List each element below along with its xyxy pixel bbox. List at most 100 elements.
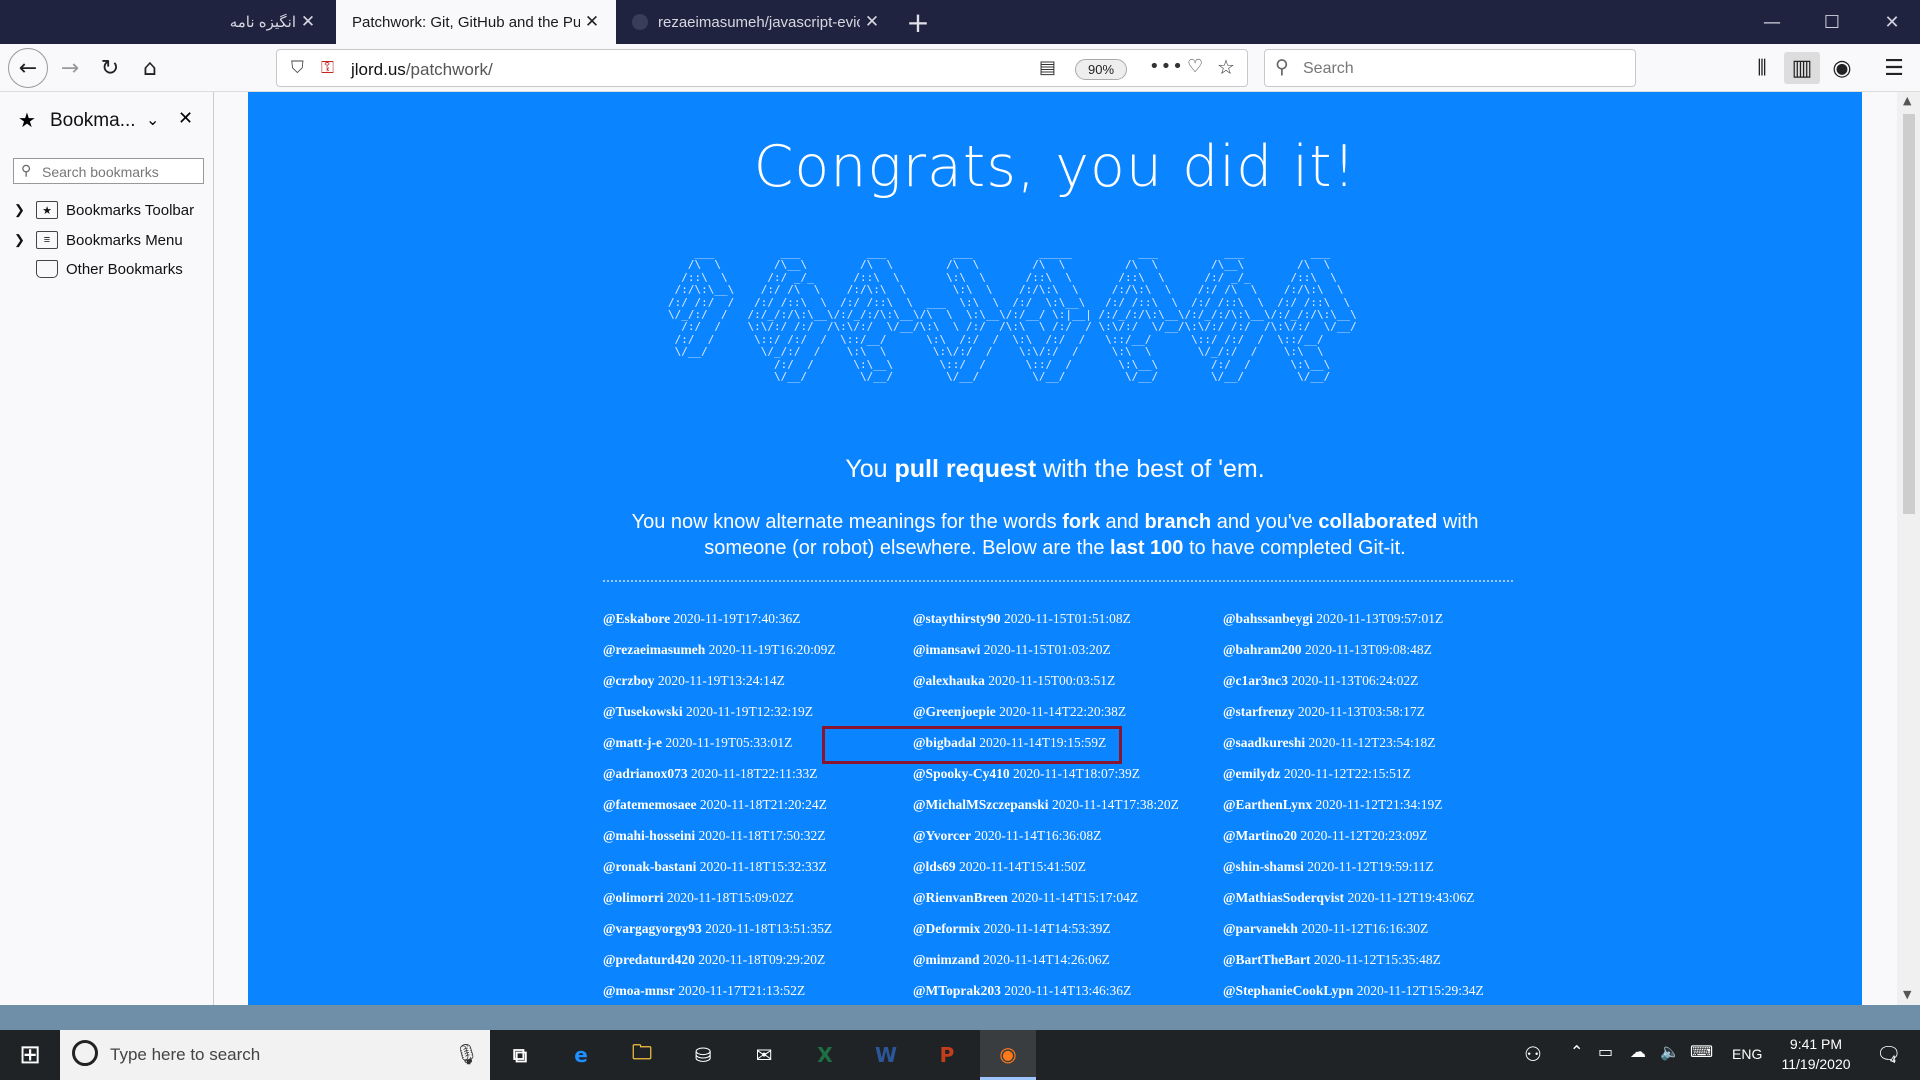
other-bookmarks-item[interactable]: Other Bookmarks	[14, 256, 183, 282]
pocket-icon[interactable]: ♡	[1187, 56, 1203, 77]
username-link[interactable]: @matt-j-e	[603, 735, 662, 750]
page-scrollbar[interactable]: ▲ ▼	[1897, 92, 1920, 1005]
username-link[interactable]: @mahi-hosseini	[603, 828, 695, 843]
file-explorer-icon[interactable]: 🗀	[614, 1030, 670, 1080]
username-link[interactable]: @Tusekowski	[603, 704, 683, 719]
page-actions-icon[interactable]: •••	[1149, 56, 1184, 77]
reload-button[interactable]: ↻	[92, 52, 128, 84]
search-bookmarks-input[interactable]: ⚲ Search bookmarks	[13, 158, 204, 184]
reader-view-icon[interactable]: ▤	[1039, 57, 1056, 78]
username-link[interactable]: @crzboy	[603, 673, 655, 688]
username-link[interactable]: @Yvorcer	[913, 828, 971, 843]
microphone-icon[interactable]: 🎙	[454, 1042, 479, 1066]
username-link[interactable]: @c1ar3nc3	[1223, 673, 1288, 688]
username-link[interactable]: @MToprak203	[913, 983, 1001, 998]
store-icon[interactable]: ⛁	[675, 1030, 731, 1080]
people-icon[interactable]: ⚇	[1524, 1042, 1542, 1066]
username-link[interactable]: @fatememosaee	[603, 797, 697, 812]
username-link[interactable]: @vargagyorgy93	[603, 921, 702, 936]
username-link[interactable]: @Greenjoepie	[913, 704, 996, 719]
notifications-icon[interactable]: 🗨	[1876, 1042, 1901, 1066]
username-link[interactable]: @olimorri	[603, 890, 664, 905]
username-link[interactable]: @Deformix	[913, 921, 980, 936]
chevron-down-icon[interactable]: ⌄	[146, 110, 159, 129]
show-hidden-icons-icon[interactable]: ⌃	[1570, 1042, 1583, 1061]
username-link[interactable]: @saadkureshi	[1223, 735, 1305, 750]
zoom-indicator[interactable]: 90%	[1075, 59, 1127, 80]
menu-icon[interactable]: ☰	[1876, 52, 1912, 84]
excel-icon[interactable]: X	[797, 1030, 853, 1080]
edge-icon[interactable]: e	[553, 1030, 609, 1080]
username-link[interactable]: @shin-shamsi	[1223, 859, 1304, 874]
firefox-icon[interactable]: ◉	[980, 1030, 1036, 1080]
windows-start-button[interactable]: ⊞	[0, 1030, 60, 1080]
minimize-button[interactable]: —	[1742, 0, 1802, 44]
shield-icon[interactable]: ⛉	[291, 58, 304, 78]
username-link[interactable]: @staythirsty90	[913, 611, 1001, 626]
sidebar-title[interactable]: Bookma...	[50, 110, 136, 132]
username-link[interactable]: @parvanekh	[1223, 921, 1298, 936]
back-button[interactable]: ←	[8, 48, 48, 88]
taskbar-search-box[interactable]: Type here to search 🎙	[60, 1030, 490, 1080]
keyboard-icon[interactable]: ⌨	[1690, 1042, 1713, 1061]
word-icon[interactable]: W	[858, 1030, 914, 1080]
mail-icon[interactable]: ✉	[736, 1030, 792, 1080]
bookmark-star-icon[interactable]: ☆	[1217, 55, 1235, 79]
username-link[interactable]: @ronak-bastani	[603, 859, 696, 874]
address-bar[interactable]: ⛉ ⚿ jlord.us/patchwork/ ▤ 90% ••• ♡ ☆	[276, 49, 1248, 87]
tab-github-repo[interactable]: rezaeimasumeh/javascript-evic ✕	[616, 0, 896, 44]
username-link[interactable]: @emilydz	[1223, 766, 1281, 781]
search-box[interactable]: ⚲ Search	[1264, 49, 1636, 87]
expand-icon[interactable]: ❯	[14, 232, 28, 248]
username-link[interactable]: @BartTheBart	[1223, 952, 1311, 967]
username-link[interactable]: @moa-mnsr	[603, 983, 675, 998]
insecure-lock-icon[interactable]: ⚿	[321, 58, 334, 78]
sidebar-toggle-icon[interactable]: ▥	[1784, 52, 1820, 84]
username-link[interactable]: @bahssanbeygi	[1223, 611, 1313, 626]
clock[interactable]: 9:41 PM 11/19/2020	[1756, 1034, 1876, 1074]
bookmarks-toolbar-item[interactable]: ❯ ★ Bookmarks Toolbar	[14, 197, 194, 223]
new-tab-button[interactable]: +	[900, 0, 936, 44]
powerpoint-icon[interactable]: P	[919, 1030, 975, 1080]
username-link[interactable]: @predaturd420	[603, 952, 695, 967]
task-view-icon[interactable]: ⧉	[492, 1030, 548, 1080]
username-link[interactable]: @MathiasSoderqvist	[1223, 890, 1344, 905]
volume-icon[interactable]: 🔈	[1660, 1042, 1680, 1061]
completion-entry: @mahi-hosseini 2020-11-18T17:50:32Z	[603, 828, 836, 859]
expand-icon[interactable]: ❯	[14, 202, 28, 218]
tab-patchwork[interactable]: Patchwork: Git, GitHub and the Purs ✕	[336, 0, 616, 44]
username-link[interactable]: @StephanieCookLypn	[1223, 983, 1353, 998]
forward-button[interactable]: →	[52, 52, 88, 84]
tab-motivation-letter[interactable]: انگیزه نامه ✕	[52, 0, 332, 44]
username-link[interactable]: @Martino20	[1223, 828, 1297, 843]
home-button[interactable]: ⌂	[132, 52, 168, 84]
scroll-up-icon[interactable]: ▲	[1903, 94, 1911, 107]
username-link[interactable]: @lds69	[913, 859, 956, 874]
close-sidebar-icon[interactable]: ✕	[178, 108, 193, 129]
username-link[interactable]: @Eskabore	[603, 611, 670, 626]
username-link[interactable]: @EarthenLynx	[1223, 797, 1312, 812]
close-tab-icon[interactable]: ✕	[296, 12, 320, 32]
username-link[interactable]: @imansawi	[913, 642, 980, 657]
scrollbar-thumb[interactable]	[1903, 114, 1915, 514]
close-tab-icon[interactable]: ✕	[860, 12, 884, 32]
close-window-button[interactable]: ✕	[1862, 0, 1920, 44]
battery-icon[interactable]: ▭	[1598, 1042, 1613, 1061]
account-icon[interactable]: ◉	[1824, 52, 1860, 84]
username-link[interactable]: @adrianox073	[603, 766, 688, 781]
bookmarks-menu-item[interactable]: ❯ ≡ Bookmarks Menu	[14, 227, 183, 253]
username-link[interactable]: @rezaeimasumeh	[603, 642, 705, 657]
username-link[interactable]: @alexhauka	[913, 673, 985, 688]
close-tab-icon[interactable]: ✕	[580, 12, 604, 32]
onedrive-icon[interactable]: ☁	[1630, 1042, 1646, 1061]
maximize-button[interactable]: ☐	[1802, 0, 1862, 44]
username-link[interactable]: @RienvanBreen	[913, 890, 1008, 905]
username-link[interactable]: @mimzand	[913, 952, 980, 967]
scroll-down-icon[interactable]: ▼	[1903, 988, 1911, 1001]
username-link[interactable]: @MichalMSzczepanski	[913, 797, 1049, 812]
username-link[interactable]: @Spooky-Cy410	[913, 766, 1010, 781]
username-link[interactable]: @bahram200	[1223, 642, 1302, 657]
library-icon[interactable]: ⫴	[1744, 52, 1780, 84]
url-text[interactable]: jlord.us/patchwork/	[351, 60, 493, 80]
username-link[interactable]: @starfrenzy	[1223, 704, 1295, 719]
